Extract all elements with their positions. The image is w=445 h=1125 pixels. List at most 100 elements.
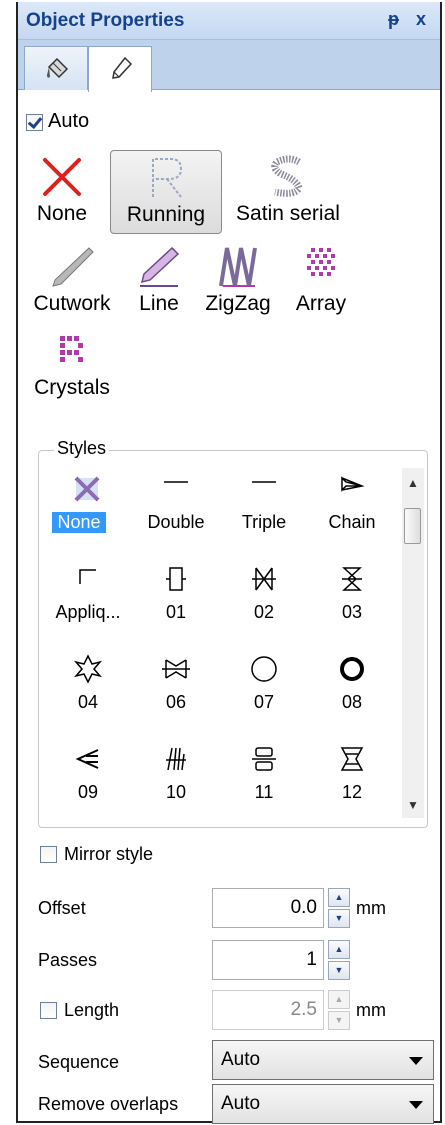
stitch-type-crystals[interactable]: Crystals bbox=[22, 328, 122, 410]
scroll-thumb[interactable] bbox=[404, 508, 421, 544]
length-unit: mm bbox=[356, 1000, 386, 1020]
auto-checkbox[interactable] bbox=[26, 114, 43, 131]
style-item-12[interactable]: 12 bbox=[312, 738, 392, 818]
spin-up-icon[interactable]: ▲ bbox=[328, 888, 350, 907]
style-item-06[interactable]: 06 bbox=[136, 648, 216, 738]
style-item-none[interactable]: None bbox=[48, 468, 128, 558]
stitch-type-array[interactable]: Array bbox=[284, 240, 358, 322]
remove-overlaps-value: Auto bbox=[221, 1093, 261, 1114]
style-item-label: Chain bbox=[328, 512, 376, 532]
stitch-type-crystals-label: Crystals bbox=[34, 376, 110, 399]
offset-spinner[interactable]: ▲ ▼ bbox=[328, 888, 350, 928]
offset-label: Offset bbox=[38, 898, 86, 918]
style-item-triple[interactable]: Triple bbox=[224, 468, 304, 558]
passes-label: Passes bbox=[38, 950, 98, 970]
stitch-type-zigzag-label: ZigZag bbox=[205, 292, 271, 315]
style-item-label: 03 bbox=[341, 602, 363, 622]
red-cross-icon bbox=[43, 158, 81, 196]
stitch-type-cutwork-label: Cutwork bbox=[33, 292, 111, 315]
object-properties-panel: Object Properties ᵽ x Auto None Running … bbox=[16, 2, 442, 1124]
sequence-value: Auto bbox=[221, 1049, 261, 1070]
stitch-type-none-label: None bbox=[36, 202, 88, 225]
style-item-01[interactable]: 01 bbox=[136, 558, 216, 648]
style-item-11[interactable]: 11 bbox=[224, 738, 304, 818]
style-10-icon bbox=[166, 747, 186, 771]
styles-list[interactable]: None Double Triple Chain Appliq... 01 02… bbox=[48, 468, 402, 818]
paint-bucket-icon bbox=[47, 57, 69, 79]
stitch-type-running-label: Running bbox=[126, 203, 206, 226]
close-icon[interactable]: x bbox=[416, 9, 426, 30]
style-item-chain[interactable]: Chain bbox=[312, 468, 392, 558]
style-item-label: Appliq... bbox=[55, 602, 121, 622]
styles-scrollbar[interactable]: ▲ ▼ bbox=[402, 468, 424, 818]
style-item-label: 01 bbox=[165, 602, 187, 622]
style-item-03[interactable]: 03 bbox=[312, 558, 392, 648]
style-07-icon bbox=[251, 656, 277, 682]
stitch-type-cutwork[interactable]: Cutwork bbox=[22, 240, 122, 322]
crystals-icon bbox=[60, 336, 83, 362]
style-08-icon bbox=[340, 657, 364, 681]
length-label: Length bbox=[64, 1000, 120, 1020]
zigzag-stitch-icon bbox=[219, 247, 257, 287]
style-item-label: 02 bbox=[253, 602, 275, 622]
tab-outline[interactable] bbox=[88, 46, 152, 92]
spin-up-icon[interactable]: ▲ bbox=[328, 940, 350, 959]
spin-down-icon[interactable]: ▼ bbox=[328, 961, 350, 980]
spin-down-icon[interactable]: ▼ bbox=[328, 1011, 350, 1030]
style-item-double[interactable]: Double bbox=[136, 468, 216, 558]
sequence-select[interactable]: Auto bbox=[212, 1040, 434, 1080]
remove-overlaps-label: Remove overlaps bbox=[38, 1094, 179, 1114]
style-01-icon bbox=[166, 567, 186, 591]
style-item-applique[interactable]: Appliq... bbox=[48, 558, 128, 648]
style-item-label: 12 bbox=[341, 782, 363, 802]
style-item-label: 06 bbox=[165, 692, 187, 712]
pen-nib-icon bbox=[112, 56, 133, 79]
spin-up-icon[interactable]: ▲ bbox=[328, 990, 350, 1009]
styles-group-title: Styles bbox=[54, 438, 110, 459]
length-checkbox[interactable] bbox=[40, 1002, 57, 1019]
offset-input[interactable]: 0.0 bbox=[212, 888, 324, 928]
style-item-label: 04 bbox=[77, 692, 99, 712]
auto-label: Auto bbox=[48, 110, 90, 132]
style-item-04[interactable]: 04 bbox=[48, 648, 128, 738]
style-item-02[interactable]: 02 bbox=[224, 558, 304, 648]
chevron-down-icon bbox=[409, 1101, 423, 1109]
tab-strip bbox=[18, 40, 440, 92]
remove-overlaps-select[interactable]: Auto bbox=[212, 1084, 434, 1124]
style-item-label: 11 bbox=[254, 782, 274, 802]
double-line-icon bbox=[164, 481, 188, 483]
scroll-up-icon[interactable]: ▲ bbox=[402, 472, 424, 494]
style-06-icon bbox=[162, 659, 190, 679]
style-item-09[interactable]: 09 bbox=[48, 738, 128, 818]
spin-down-icon[interactable]: ▼ bbox=[328, 909, 350, 928]
passes-spinner[interactable]: ▲ ▼ bbox=[328, 940, 350, 980]
stitch-type-zigzag[interactable]: ZigZag bbox=[196, 240, 280, 322]
passes-input[interactable]: 1 bbox=[212, 940, 324, 980]
mirror-style-label: Mirror style bbox=[64, 844, 153, 864]
panel-titlebar: Object Properties ᵽ x bbox=[18, 2, 440, 40]
style-item-07[interactable]: 07 bbox=[224, 648, 304, 738]
stitch-type-satin-serial[interactable]: Satin serial bbox=[228, 150, 348, 232]
panel-title: Object Properties bbox=[26, 10, 185, 31]
offset-unit: mm bbox=[356, 898, 386, 918]
style-item-label: Triple bbox=[241, 512, 287, 532]
style-item-08[interactable]: 08 bbox=[312, 648, 392, 738]
style-11-icon bbox=[252, 747, 276, 771]
style-item-label: None bbox=[52, 512, 106, 533]
pin-icon[interactable]: ᵽ bbox=[388, 9, 399, 30]
mirror-style-checkbox[interactable] bbox=[40, 846, 57, 863]
stitch-type-none[interactable]: None bbox=[22, 150, 102, 232]
stitch-type-line[interactable]: Line bbox=[126, 240, 192, 322]
stitch-type-array-label: Array bbox=[295, 292, 347, 315]
applique-icon bbox=[79, 569, 96, 584]
sequence-label: Sequence bbox=[38, 1052, 120, 1072]
length-input[interactable]: 2.5 bbox=[212, 990, 324, 1030]
triple-line-icon bbox=[252, 481, 276, 483]
tab-fill[interactable] bbox=[24, 46, 88, 90]
style-item-10[interactable]: 10 bbox=[136, 738, 216, 818]
satin-serial-icon bbox=[271, 155, 303, 197]
stitch-type-running[interactable]: Running bbox=[110, 150, 222, 234]
length-spinner[interactable]: ▲ ▼ bbox=[328, 990, 350, 1030]
style-item-label: 08 bbox=[341, 692, 363, 712]
scroll-down-icon[interactable]: ▼ bbox=[402, 794, 424, 816]
